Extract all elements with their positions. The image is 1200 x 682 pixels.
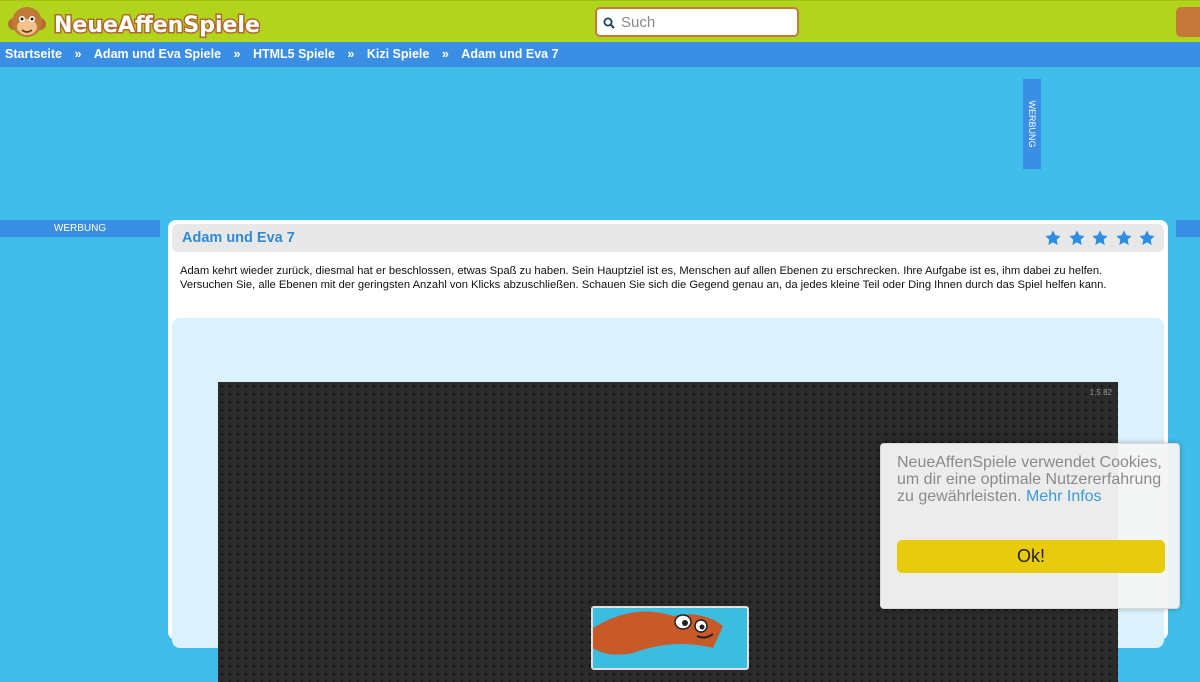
star-rating[interactable] — [1043, 229, 1156, 247]
ad-label-left: WERBUNG — [0, 220, 160, 237]
cookie-accept-button[interactable]: Ok! — [897, 540, 1165, 573]
breadcrumb-separator: » — [74, 47, 82, 61]
star-icon[interactable] — [1068, 229, 1086, 247]
search-box[interactable] — [595, 7, 799, 37]
game-title-bar: Adam und Eva 7 — [172, 224, 1164, 252]
header: NeueAffenSpiele.de — [0, 0, 1200, 42]
breadcrumb: Startseite » Adam und Eva Spiele » HTML5… — [0, 42, 1200, 67]
logo-text: NeueAffenSpiele.de — [54, 13, 260, 38]
breadcrumb-html5-spiele[interactable]: HTML5 Spiele — [253, 42, 335, 66]
breadcrumb-adam-und-eva-spiele[interactable]: Adam und Eva Spiele — [94, 42, 221, 66]
breadcrumb-separator: » — [441, 47, 449, 61]
star-icon[interactable] — [1091, 229, 1109, 247]
cookie-banner: NeueAffenSpiele verwendet Cookies, um di… — [880, 443, 1180, 609]
game-title: Adam und Eva 7 — [182, 230, 295, 246]
game-character-icon — [593, 611, 723, 655]
breadcrumb-startseite[interactable]: Startseite — [5, 42, 62, 66]
game-start-image[interactable] — [591, 606, 749, 670]
star-icon[interactable] — [1138, 229, 1156, 247]
ad-slot-right — [1176, 220, 1200, 237]
ad-label-top: WERBUNG — [1023, 79, 1041, 169]
search-icon — [603, 17, 615, 29]
cookie-message: NeueAffenSpiele verwendet Cookies, um di… — [897, 454, 1167, 505]
search-input[interactable] — [621, 13, 789, 31]
user-button[interactable] — [1176, 7, 1200, 37]
site-logo[interactable]: NeueAffenSpiele.de — [2, 2, 300, 42]
star-icon[interactable] — [1115, 229, 1133, 247]
breadcrumb-current[interactable]: Adam und Eva 7 — [461, 42, 558, 66]
ad-label-top-text: WERBUNG — [1027, 100, 1037, 148]
game-version: 1.5.82 — [1089, 388, 1112, 397]
breadcrumb-separator: » — [347, 47, 355, 61]
monkey-logo-icon: NeueAffenSpiele.de — [8, 7, 300, 40]
cookie-more-info-link[interactable]: Mehr Infos — [1026, 488, 1102, 505]
breadcrumb-separator: » — [233, 47, 241, 61]
star-icon[interactable] — [1044, 229, 1062, 247]
breadcrumb-kizi-spiele[interactable]: Kizi Spiele — [367, 42, 430, 66]
game-description: Adam kehrt wieder zurück, diesmal hat er… — [180, 265, 1107, 291]
